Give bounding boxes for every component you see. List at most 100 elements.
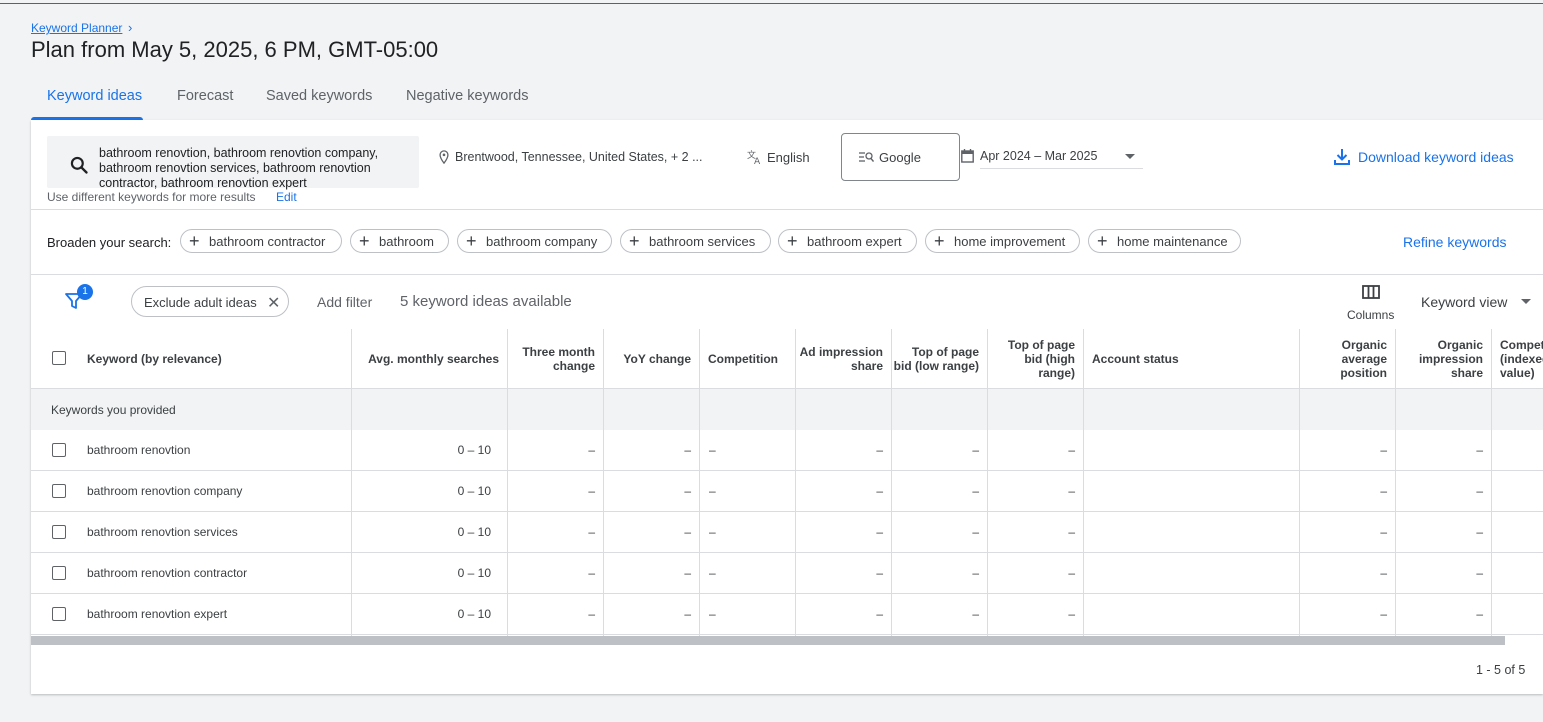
keyword-search-box[interactable]: bathroom renovtion, bathroom renovtion c…: [47, 136, 419, 191]
horizontal-scrollbar[interactable]: [31, 636, 1505, 645]
search-hint: Use different keywords for more results: [47, 190, 256, 204]
header-organic-impression-share[interactable]: Organic impression share: [1396, 329, 1483, 388]
language-selector[interactable]: English: [767, 150, 810, 165]
caret-down-icon[interactable]: [1125, 154, 1135, 159]
broaden-chip-bathroom-services[interactable]: + bathroom services: [620, 229, 771, 253]
row-checkbox[interactable]: [52, 566, 66, 580]
divider: [31, 209, 1543, 210]
close-icon[interactable]: ✕: [267, 293, 280, 313]
cell-yoy-change: –: [684, 443, 691, 457]
tab-saved-keywords[interactable]: Saved keywords: [266, 88, 372, 120]
pagination-summary: 1 - 5 of 5: [1476, 663, 1526, 677]
exclude-adult-ideas-label: Exclude adult ideas: [144, 295, 257, 310]
page-title: Plan from May 5, 2025, 6 PM, GMT-05:00: [31, 37, 439, 62]
exclude-adult-ideas-chip[interactable]: Exclude adult ideas ✕: [131, 286, 289, 317]
table-row[interactable]: bathroom renovtion expert 0 – 10 – – – – – – – –: [31, 594, 1543, 635]
header-ad-impression-share[interactable]: Ad impression share: [796, 329, 883, 388]
download-icon[interactable]: [1333, 148, 1351, 166]
column-divider: [1299, 329, 1300, 636]
header-keyword[interactable]: Keyword (by relevance): [87, 329, 347, 388]
header-top-bid-high[interactable]: Top of page bid (high range): [988, 329, 1075, 388]
broaden-chip-bathroom-expert[interactable]: + bathroom expert: [778, 229, 917, 253]
header-three-month-change[interactable]: Three month change: [508, 329, 595, 388]
header-yoy-change[interactable]: YoY change: [604, 329, 691, 388]
header-competition-indexed[interactable]: Competition (indexed value): [1500, 329, 1543, 388]
breadcrumb-keyword-planner[interactable]: Keyword Planner: [31, 21, 122, 35]
edit-keywords-link[interactable]: Edit: [276, 190, 297, 204]
date-range-selector[interactable]: Apr 2024 – Mar 2025: [980, 149, 1097, 163]
header-top-bid-low[interactable]: Top of page bid (low range): [892, 329, 979, 388]
divider: [31, 274, 1543, 275]
cell-three-month-change: –: [588, 525, 595, 539]
plus-icon: +: [934, 231, 945, 251]
cell-avg-monthly-searches: 0 – 10: [457, 566, 491, 580]
keyword-ideas-count: 5 keyword ideas available: [400, 293, 572, 310]
select-all-checkbox[interactable]: [52, 351, 66, 365]
cell-organic-impression-share: –: [1476, 525, 1483, 539]
cell-three-month-change: –: [588, 484, 595, 498]
cell-competition: –: [709, 525, 716, 539]
row-checkbox[interactable]: [52, 443, 66, 457]
search-network-icon: [859, 152, 874, 162]
table-row[interactable]: bathroom renovtion contractor 0 – 10 – – – – –…: [31, 553, 1543, 594]
translate-icon: 文A: [747, 149, 761, 165]
keyword-search-input[interactable]: bathroom renovtion, bathroom renovtion c…: [99, 146, 409, 191]
columns-button[interactable]: Columns: [1347, 308, 1394, 322]
broaden-chip-bathroom-company[interactable]: + bathroom company: [457, 229, 612, 253]
add-filter-button[interactable]: Add filter: [317, 294, 372, 310]
header-account-status[interactable]: Account status: [1092, 329, 1292, 388]
table-row[interactable]: bathroom renovtion 0 – 10 – – – – – – – –: [31, 430, 1543, 471]
broaden-chip-bathroom-contractor[interactable]: + bathroom contractor: [180, 229, 342, 253]
row-checkbox[interactable]: [52, 607, 66, 621]
cell-competition: –: [709, 607, 716, 621]
cell-top-bid-low: –: [972, 484, 979, 498]
keyword-table: Keyword (by relevance) Avg. monthly sear…: [31, 329, 1543, 636]
group-label: Keywords you provided: [51, 403, 176, 417]
row-checkbox[interactable]: [52, 484, 66, 498]
cell-ad-impression-share: –: [876, 484, 883, 498]
cell-three-month-change: –: [588, 443, 595, 457]
broaden-chip-bathroom[interactable]: + bathroom: [350, 229, 449, 253]
broaden-chip-home-maintenance[interactable]: + home maintenance: [1088, 229, 1241, 253]
column-divider: [1491, 329, 1492, 636]
filter-count-badge: 1: [77, 284, 93, 300]
tab-negative-keywords[interactable]: Negative keywords: [406, 88, 529, 120]
keyword-ideas-card: bathroom renovtion, bathroom renovtion c…: [31, 120, 1543, 694]
cell-keyword: bathroom renovtion contractor: [87, 566, 248, 580]
cell-top-bid-low: –: [972, 443, 979, 457]
cell-yoy-change: –: [684, 566, 691, 580]
network-selector[interactable]: Google: [841, 133, 960, 181]
caret-down-icon[interactable]: [1521, 299, 1531, 304]
location-selector[interactable]: Brentwood, Tennessee, United States, + 2…: [455, 150, 703, 164]
cell-keyword: bathroom renovtion: [87, 443, 191, 457]
keyword-view-selector[interactable]: Keyword view: [1421, 294, 1507, 310]
broaden-search-label: Broaden your search:: [47, 235, 172, 250]
tab-forecast[interactable]: Forecast: [177, 88, 233, 120]
row-checkbox[interactable]: [52, 525, 66, 539]
cell-organic-impression-share: –: [1476, 607, 1483, 621]
cell-organic-impression-share: –: [1476, 443, 1483, 457]
refine-keywords-button[interactable]: Refine keywords: [1403, 234, 1507, 250]
plus-icon: +: [787, 231, 798, 251]
cell-competition: –: [709, 443, 716, 457]
columns-icon[interactable]: [1362, 285, 1380, 299]
cell-keyword: bathroom renovtion expert: [87, 607, 228, 621]
table-row[interactable]: bathroom renovtion company 0 – 10 – – – – – – – –: [31, 471, 1543, 512]
cell-three-month-change: –: [588, 607, 595, 621]
download-keyword-ideas-button[interactable]: Download keyword ideas: [1358, 149, 1514, 165]
header-competition[interactable]: Competition: [708, 329, 793, 388]
tab-keyword-ideas[interactable]: Keyword ideas: [47, 88, 142, 120]
broaden-chip-home-improvement[interactable]: + home improvement: [925, 229, 1080, 253]
header-avg-monthly-searches[interactable]: Avg. monthly searches: [352, 329, 499, 388]
cell-top-bid-high: –: [1068, 525, 1075, 539]
table-row[interactable]: bathroom renovtion services 0 – 10 – – – – – – –…: [31, 512, 1543, 553]
group-header-row: Keywords you provided: [31, 389, 1543, 430]
cell-competition: –: [709, 566, 716, 580]
cell-three-month-change: –: [588, 566, 595, 580]
cell-organic-impression-share: –: [1476, 484, 1483, 498]
column-divider: [1083, 329, 1084, 636]
column-divider: [603, 329, 604, 636]
header-organic-average-position[interactable]: Organic average position: [1300, 329, 1387, 388]
column-divider: [1395, 329, 1396, 636]
cell-competition: –: [709, 484, 716, 498]
